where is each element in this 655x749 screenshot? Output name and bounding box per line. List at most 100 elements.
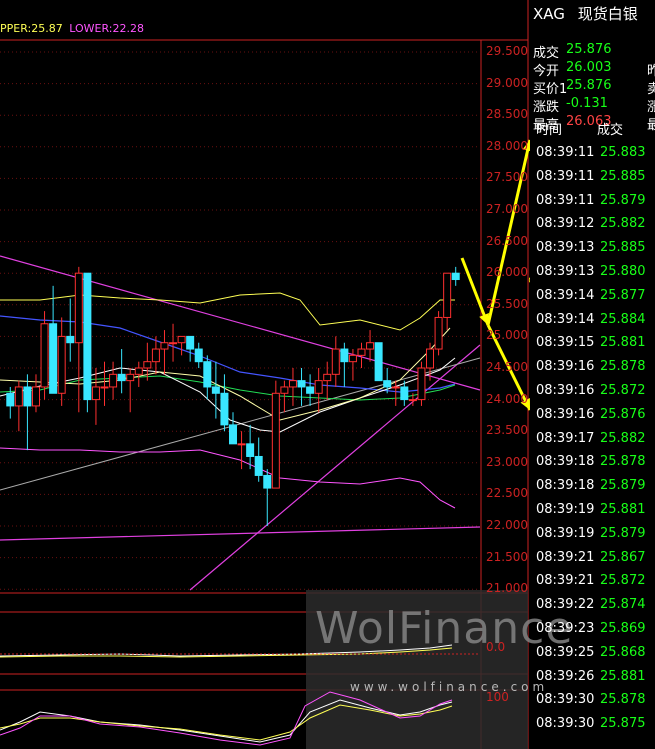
symbol-name: 现货白银 [577, 5, 638, 23]
trade-time: 08:39:13 [536, 264, 595, 279]
candle-body [100, 386, 109, 389]
price-tick-label: 23.000 [486, 454, 528, 469]
trade-time: 08:39:30 [536, 716, 595, 732]
quote-value: 25.876 [566, 78, 612, 93]
trade-time: 08:39:21 [536, 573, 595, 589]
candle-body [109, 373, 118, 388]
candle-body [451, 272, 460, 281]
candle-body [271, 392, 280, 489]
trade-time: 08:39:11 [536, 192, 595, 208]
trade-time: 08:39:17 [536, 430, 595, 446]
quote-extra: 最 [647, 118, 655, 133]
watermark-url: www.wolfinance.com [350, 680, 549, 694]
candle-body [6, 392, 15, 407]
quote-extra: 昨 [647, 64, 655, 79]
candle-body [186, 335, 195, 350]
trade-time: 08:39:30 [536, 692, 595, 708]
trade-time: 08:39:12 [536, 216, 595, 232]
quote-value: 26.003 [566, 60, 612, 75]
quote-value: 25.876 [566, 42, 612, 57]
trade-price: 25.879 [600, 192, 646, 208]
quote-label: 买价1 [533, 82, 568, 97]
trade-price: 25.885 [600, 240, 646, 256]
candle-body [417, 367, 426, 401]
candle-body [331, 348, 340, 375]
trade-time: 08:39:19 [536, 525, 595, 541]
candle-body [66, 335, 75, 344]
trade-time: 08:39:11 [536, 145, 595, 160]
candle-body [254, 455, 263, 476]
lower-band-label: LOWER:22.28 [69, 22, 144, 35]
trade-price: 25.882 [600, 430, 646, 446]
price-tick-label: 28.500 [486, 107, 528, 122]
trade-price: 25.879 [600, 525, 646, 541]
price-tick-label: 21.000 [486, 581, 528, 596]
candle-body [408, 399, 417, 402]
candle-body [23, 386, 32, 407]
price-tick-label: 29.000 [486, 75, 528, 90]
trade-price: 25.881 [600, 502, 646, 517]
candle-body [306, 386, 315, 394]
trade-price: 25.875 [600, 716, 646, 732]
quote-extra: 涨 [647, 100, 655, 115]
price-tick-label: 24.000 [486, 391, 528, 406]
price-tick-label: 24.500 [486, 360, 528, 374]
candle-body [49, 323, 58, 394]
price-tick-label: 23.500 [486, 423, 528, 438]
candle-body [177, 335, 186, 344]
candle-body [340, 348, 349, 363]
trade-time: 08:39:18 [536, 478, 595, 494]
trade-price: 25.881 [600, 668, 646, 684]
price-tick-label: 26.000 [486, 265, 528, 280]
trade-price: 25.878 [600, 454, 646, 470]
trade-time: 08:39:16 [536, 406, 595, 422]
candle-body [434, 316, 443, 350]
candle-body [391, 386, 400, 389]
trade-price: 25.880 [600, 264, 646, 279]
price-column-header: 成交 [597, 123, 624, 138]
candle-body [220, 392, 229, 426]
symbol-code: XAG [533, 5, 565, 23]
candle-body [366, 342, 375, 350]
trade-price: 25.878 [600, 359, 646, 375]
trade-time: 08:39:14 [536, 287, 595, 303]
candle-body [263, 474, 272, 489]
price-tick-label: 27.000 [486, 202, 528, 216]
trade-time: 08:39:16 [536, 383, 595, 398]
trade-time: 08:39:16 [536, 359, 595, 375]
price-tick-label: 22.000 [486, 518, 528, 532]
trade-price: 25.868 [600, 644, 646, 660]
candle-body [117, 373, 126, 382]
quote-label: 涨跌 [533, 100, 560, 115]
candle-body [40, 323, 49, 388]
candle-body [74, 272, 83, 344]
trade-time: 08:39:25 [536, 644, 595, 660]
candle-body [357, 348, 366, 356]
candle-body [348, 354, 357, 363]
candle-body [314, 380, 323, 394]
candle-body [31, 386, 40, 407]
trade-time: 08:39:13 [536, 240, 595, 256]
trade-time: 08:39:26 [536, 668, 595, 684]
candle-body [400, 386, 409, 401]
trade-price: 25.884 [600, 311, 646, 327]
price-tick-label: 27.500 [486, 170, 528, 185]
trade-price: 25.872 [600, 383, 646, 398]
candle-body [323, 373, 332, 382]
trade-price: 25.877 [600, 287, 646, 303]
price-tick-label: 28.000 [486, 138, 528, 153]
candle-body [426, 348, 435, 369]
candle-body [246, 443, 255, 457]
trade-time: 08:39:22 [536, 597, 595, 613]
candle-body [160, 342, 169, 350]
candle-body [91, 386, 100, 401]
candle-body [203, 361, 212, 388]
quote-value: -0.131 [566, 96, 608, 111]
candle-body [57, 335, 66, 394]
trade-price: 25.881 [600, 335, 646, 351]
upper-band-label: PPER:25.87 [0, 22, 63, 35]
price-tick-label: 25.000 [486, 328, 528, 343]
band-legend: PPER:25.87 LOWER:22.28 [0, 22, 144, 35]
quote-header: XAG 现货白银 [533, 3, 638, 24]
trade-price: 25.878 [600, 692, 646, 708]
